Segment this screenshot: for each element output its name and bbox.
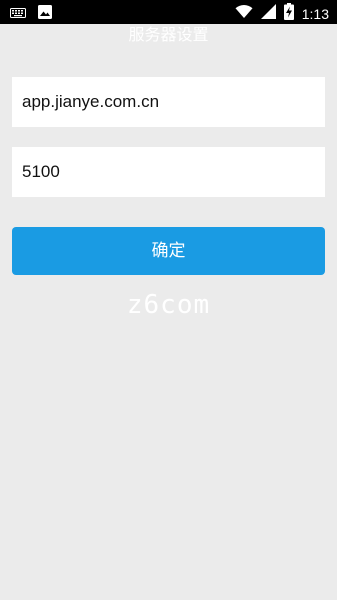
server-address-input[interactable]	[12, 77, 325, 127]
keyboard-icon	[10, 4, 26, 23]
confirm-button[interactable]: 确定	[12, 227, 325, 275]
port-input[interactable]	[12, 147, 325, 197]
status-bar-left	[10, 4, 52, 23]
status-bar-right: 1:13	[235, 3, 329, 24]
battery-charging-icon	[283, 3, 294, 24]
page-title: 服务器设置	[128, 25, 209, 44]
watermark: z6com	[126, 290, 211, 320]
status-time: 1:13	[301, 5, 329, 22]
wifi-icon	[235, 4, 253, 23]
image-icon	[38, 4, 52, 23]
signal-icon	[260, 4, 276, 23]
status-bar: 1:13	[0, 0, 337, 24]
